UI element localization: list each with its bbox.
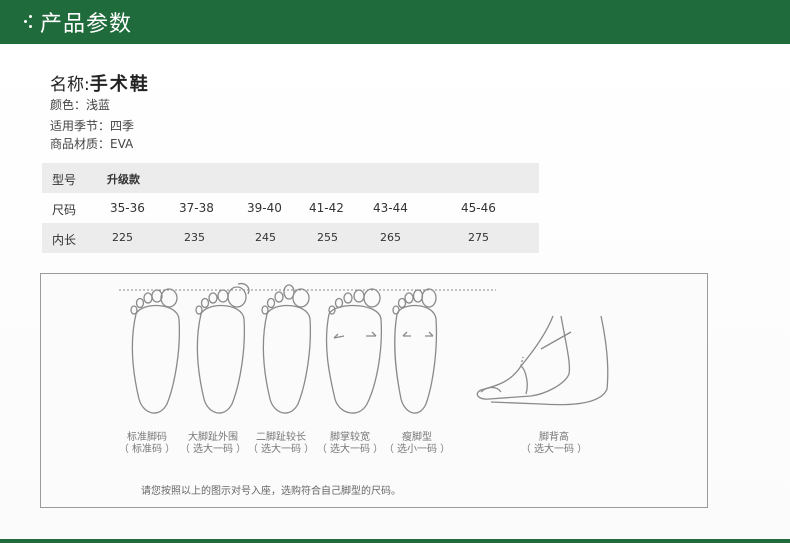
foot-narrow-icon: [392, 288, 438, 414]
row-label: 尺码: [52, 203, 77, 217]
foot-high-instep-icon: [476, 315, 609, 406]
product-material: 商品材质：EVA: [50, 137, 134, 151]
foot-long-second-toe-icon: [261, 284, 312, 414]
product-name: 名称:手术鞋: [50, 70, 150, 96]
table-cell: 275: [468, 231, 489, 244]
foot-type-label: 大脚趾外围 （ 选大一码 ）: [179, 432, 247, 455]
table-cell: 升级款: [107, 173, 140, 186]
table-row-size: 尺码 35-36 37-38 39-40 41-42 43-44 45-46: [42, 193, 539, 223]
table-row-model: 型号 升级款: [42, 163, 539, 193]
row-label: 型号: [52, 173, 77, 187]
table-cell: 235: [184, 231, 205, 244]
product-name-value: 手术鞋: [89, 74, 150, 95]
table-cell: 265: [380, 231, 401, 244]
foot-type-label: 脚掌较宽 （ 选大一码 ）: [316, 432, 384, 455]
table-cell: 41-42: [309, 201, 344, 215]
table-cell: 245: [255, 231, 276, 244]
foot-wide-sole-icon: [325, 288, 383, 414]
table-cell: 35-36: [110, 201, 145, 215]
table-cell: 225: [112, 231, 133, 244]
table-cell: 39-40: [247, 201, 282, 215]
foot-type-label: 二脚趾较长 （ 选大一码 ）: [247, 432, 315, 455]
table-cell: 255: [317, 231, 338, 244]
bottom-bar: [0, 539, 790, 543]
section-title: 产品参数: [40, 12, 133, 37]
foot-type-label: 脚背高 （ 选大一码 ）: [520, 432, 588, 455]
foot-standard-icon: [130, 288, 181, 414]
foot-type-label: 标准脚码 （ 标准码 ）: [118, 432, 176, 455]
foot-illustrations: [119, 282, 609, 414]
product-color: 颜色：浅蓝: [50, 98, 111, 112]
table-row-inner-length: 内长 225 235 245 255 265 275: [42, 223, 539, 253]
bullet-dots-icon: [24, 15, 34, 29]
table-cell: 43-44: [373, 201, 408, 215]
size-selection-note: 请您按照以上的图示对号入座，选购符合自己脚型的尺码。: [141, 486, 401, 497]
row-label: 内长: [52, 233, 77, 247]
foot-wide-big-toe-icon: [195, 282, 250, 414]
product-season: 适用季节：四季: [50, 119, 135, 133]
product-name-label: 名称:: [50, 75, 90, 95]
foot-type-label: 瘦脚型 （ 选小一码 ）: [383, 432, 451, 455]
table-cell: 37-38: [179, 201, 214, 215]
section-header: 产品参数: [0, 0, 790, 44]
table-cell: 45-46: [461, 201, 496, 215]
foot-type-guide: 标准脚码 （ 标准码 ） 大脚趾外围 （ 选大一码 ） 二脚趾较长 （ 选大一码…: [40, 273, 708, 508]
